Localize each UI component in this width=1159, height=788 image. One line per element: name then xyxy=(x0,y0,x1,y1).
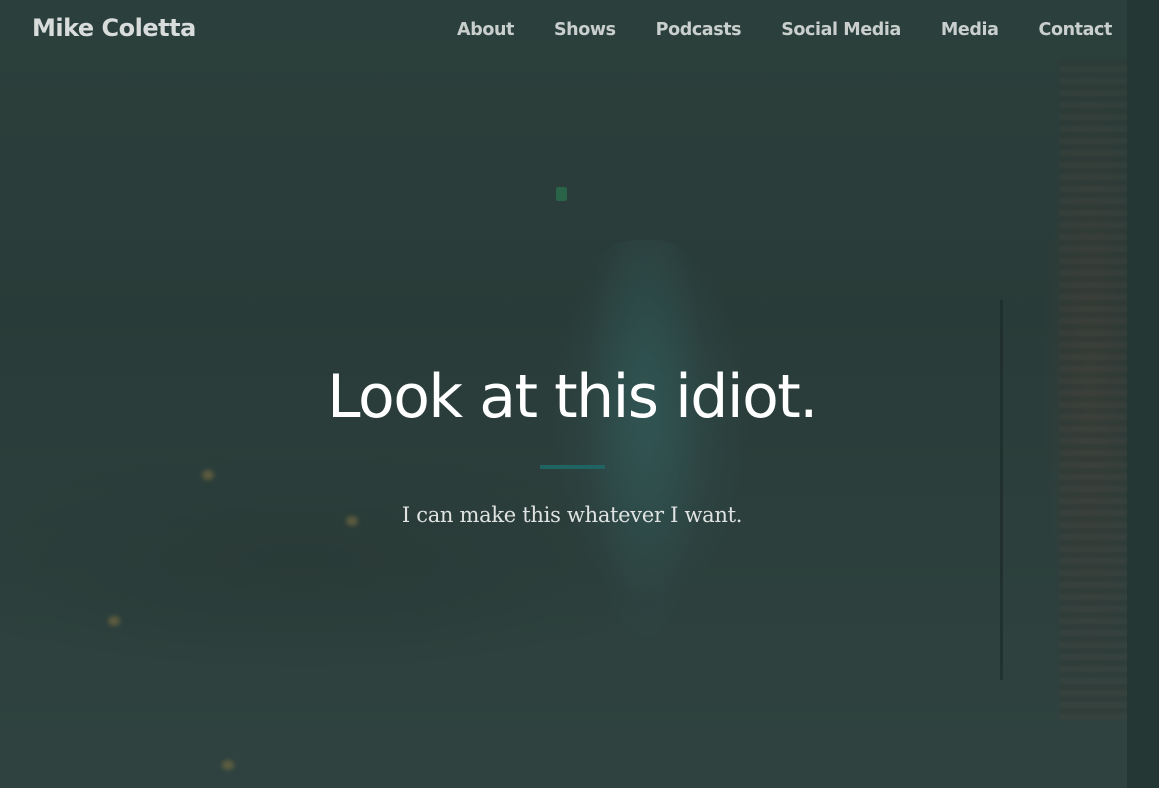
nav-link-social-media[interactable]: Social Media xyxy=(781,20,901,40)
nav-item-shows: Shows xyxy=(554,20,616,40)
hero-subtitle: I can make this whatever I want. xyxy=(401,503,743,527)
nav-item-about: About xyxy=(457,20,514,40)
nav-link-podcasts[interactable]: Podcasts xyxy=(656,20,742,40)
nav-item-contact: Contact xyxy=(1039,20,1113,40)
nav-link-shows[interactable]: Shows xyxy=(554,20,616,40)
nav-item-podcasts: Podcasts xyxy=(656,20,742,40)
main-nav: About Shows Podcasts Social Media Media … xyxy=(457,20,1112,40)
site-brand-link[interactable]: Mike Coletta xyxy=(32,14,196,42)
hero-title: Look at this idiot. xyxy=(327,362,818,432)
nav-link-about[interactable]: About xyxy=(457,20,514,40)
nav-link-contact[interactable]: Contact xyxy=(1039,20,1113,40)
nav-item-social-media: Social Media xyxy=(781,20,901,40)
hero-divider xyxy=(540,465,605,469)
nav-link-media[interactable]: Media xyxy=(941,20,999,40)
nav-item-media: Media xyxy=(941,20,999,40)
